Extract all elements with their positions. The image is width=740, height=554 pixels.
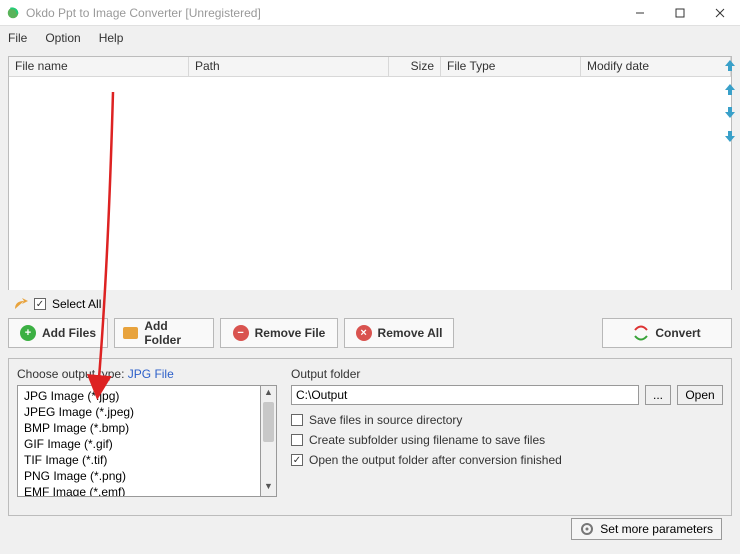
- col-filename[interactable]: File name: [9, 57, 189, 76]
- output-folder-label: Output folder: [291, 367, 723, 381]
- output-type-option[interactable]: EMF Image (*.emf): [20, 484, 258, 497]
- file-table: File name Path Size File Type Modify dat…: [8, 56, 732, 290]
- output-type-option[interactable]: TIF Image (*.tif): [20, 452, 258, 468]
- gear-icon: [580, 522, 594, 536]
- add-folder-button[interactable]: Add Folder: [114, 318, 214, 348]
- move-top-icon[interactable]: [723, 58, 737, 72]
- add-files-button[interactable]: + Add Files: [8, 318, 108, 348]
- col-path[interactable]: Path: [189, 57, 389, 76]
- close-button[interactable]: [700, 0, 740, 26]
- convert-button[interactable]: Convert: [602, 318, 732, 348]
- file-table-body[interactable]: [9, 77, 731, 290]
- menu-help[interactable]: Help: [99, 31, 124, 45]
- reorder-buttons: [720, 58, 740, 144]
- output-type-option[interactable]: PNG Image (*.png): [20, 468, 258, 484]
- move-bottom-icon[interactable]: [723, 130, 737, 144]
- add-files-label: Add Files: [42, 326, 96, 340]
- minimize-button[interactable]: [620, 0, 660, 26]
- set-more-parameters-button[interactable]: Set more parameters: [571, 518, 722, 540]
- open-folder-button[interactable]: Open: [677, 385, 723, 405]
- up-folder-icon[interactable]: [12, 296, 28, 312]
- select-all-label: Select All: [52, 297, 101, 311]
- open-after-label: Open the output folder after conversion …: [309, 453, 562, 467]
- browse-button[interactable]: ...: [645, 385, 671, 405]
- select-all-checkbox[interactable]: ✓: [34, 298, 46, 310]
- output-panel: Choose output type: JPG File JPG Image (…: [8, 358, 732, 516]
- output-type-list[interactable]: JPG Image (*.jpg)JPEG Image (*.jpeg)BMP …: [17, 385, 261, 497]
- select-all-row: ✓ Select All: [12, 296, 732, 312]
- maximize-button[interactable]: [660, 0, 700, 26]
- save-in-source-label: Save files in source directory: [309, 413, 462, 427]
- choose-output-text: Choose output type:: [17, 367, 124, 381]
- menu-file[interactable]: File: [8, 31, 27, 45]
- scroll-down-icon[interactable]: ▼: [261, 481, 276, 495]
- output-type-option[interactable]: JPEG Image (*.jpeg): [20, 404, 258, 420]
- window-title: Okdo Ppt to Image Converter [Unregistere…: [26, 6, 620, 20]
- add-folder-label: Add Folder: [144, 319, 205, 347]
- app-logo-icon: [6, 6, 20, 20]
- x-icon: ×: [356, 325, 372, 341]
- output-type-option[interactable]: BMP Image (*.bmp): [20, 420, 258, 436]
- titlebar: Okdo Ppt to Image Converter [Unregistere…: [0, 0, 740, 26]
- col-size[interactable]: Size: [389, 57, 441, 76]
- file-table-headers: File name Path Size File Type Modify dat…: [9, 57, 731, 77]
- set-more-label: Set more parameters: [600, 522, 713, 536]
- create-subfolder-label: Create subfolder using filename to save …: [309, 433, 545, 447]
- remove-all-label: Remove All: [378, 326, 443, 340]
- col-modify[interactable]: Modify date: [581, 57, 731, 76]
- type-list-scrollbar[interactable]: ▲ ▼: [261, 385, 277, 497]
- move-up-icon[interactable]: [723, 82, 737, 96]
- move-down-icon[interactable]: [723, 106, 737, 120]
- create-subfolder-checkbox[interactable]: [291, 434, 303, 446]
- remove-file-label: Remove File: [255, 326, 326, 340]
- scroll-up-icon[interactable]: ▲: [261, 387, 276, 401]
- plus-icon: +: [20, 325, 36, 341]
- col-filetype[interactable]: File Type: [441, 57, 581, 76]
- output-folder-input[interactable]: C:\Output: [291, 385, 639, 405]
- menu-option[interactable]: Option: [45, 31, 80, 45]
- toolbar: + Add Files Add Folder − Remove File × R…: [8, 318, 732, 348]
- convert-label: Convert: [655, 326, 700, 340]
- menubar: File Option Help: [0, 26, 740, 50]
- open-after-checkbox[interactable]: ✓: [291, 454, 303, 466]
- convert-icon: [633, 325, 649, 341]
- output-type-option[interactable]: GIF Image (*.gif): [20, 436, 258, 452]
- save-in-source-checkbox[interactable]: [291, 414, 303, 426]
- choose-output-value: JPG File: [128, 367, 174, 381]
- choose-output-label: Choose output type: JPG File: [17, 367, 277, 381]
- output-type-option[interactable]: JPG Image (*.jpg): [20, 388, 258, 404]
- remove-all-button[interactable]: × Remove All: [344, 318, 454, 348]
- folder-icon: [123, 327, 138, 339]
- scroll-thumb[interactable]: [263, 402, 274, 442]
- minus-icon: −: [233, 325, 249, 341]
- remove-file-button[interactable]: − Remove File: [220, 318, 338, 348]
